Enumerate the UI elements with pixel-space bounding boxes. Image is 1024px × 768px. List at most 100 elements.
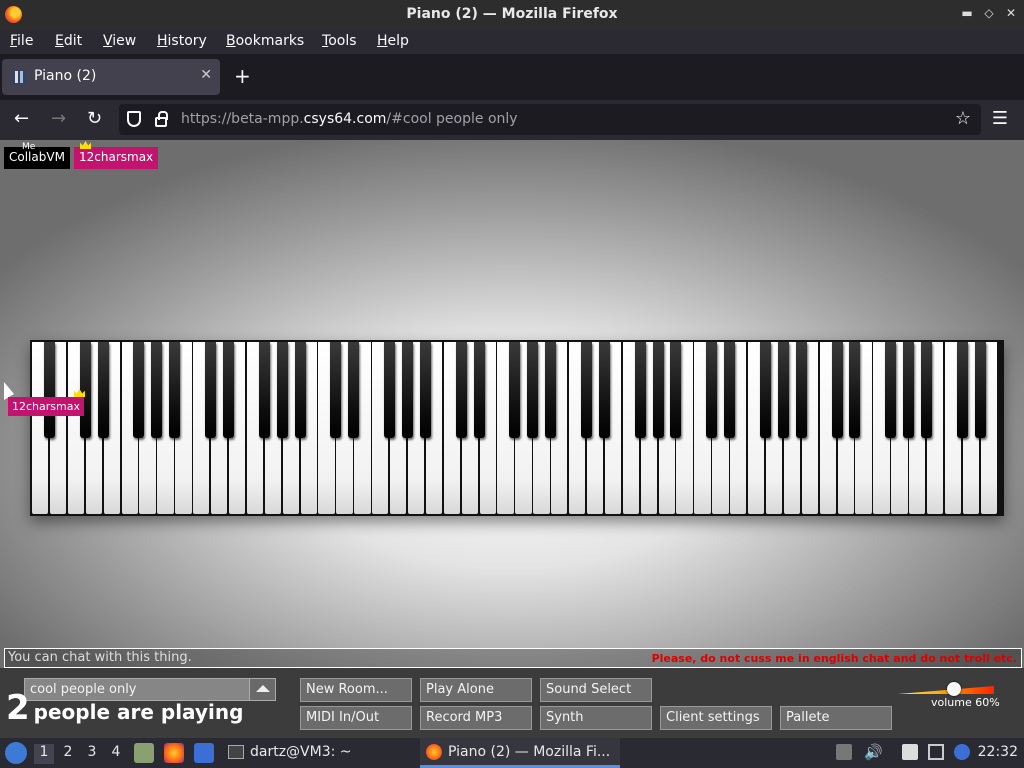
chat-input[interactable]: You can chat with this thing. Please, do… — [4, 648, 1022, 668]
menu-edit[interactable]: Edit — [55, 33, 82, 49]
workspace-2[interactable]: 2 — [58, 744, 78, 764]
black-key[interactable] — [205, 342, 216, 438]
black-key[interactable] — [956, 342, 968, 438]
player-name: 12charsmax — [79, 150, 154, 164]
taskbar-terminal-window[interactable]: dartz@VM3: ~ — [222, 738, 358, 768]
pallete-button[interactable]: Pallete — [780, 706, 892, 730]
updates-tray-icon[interactable] — [954, 744, 970, 760]
black-key[interactable] — [634, 342, 646, 438]
firefox-icon — [426, 744, 442, 760]
synth-button[interactable]: Synth — [540, 706, 652, 730]
black-key[interactable] — [401, 342, 413, 438]
tracking-shield-icon[interactable] — [127, 111, 141, 127]
black-key[interactable] — [151, 342, 163, 438]
black-key[interactable] — [670, 342, 682, 438]
black-key[interactable] — [43, 342, 55, 438]
menu-view[interactable]: View — [103, 33, 136, 49]
back-arrow-icon[interactable]: ← — [14, 108, 29, 129]
new-tab-button[interactable]: + — [234, 64, 251, 88]
file-manager-icon[interactable] — [134, 743, 154, 763]
client-settings-button[interactable]: Client settings — [660, 706, 772, 730]
menu-file[interactable]: File — [10, 33, 33, 49]
firefox-launcher-icon[interactable] — [164, 743, 184, 763]
terminal-window-label: dartz@VM3: ~ — [250, 744, 352, 760]
black-key[interactable] — [330, 342, 342, 438]
firefox-window-label: Piano (2) — Mozilla Fi... — [448, 744, 611, 760]
black-key[interactable] — [724, 342, 736, 438]
menu-history[interactable]: History — [157, 33, 207, 49]
record-mp3-button[interactable]: Record MP3 — [420, 706, 532, 730]
black-key[interactable] — [258, 342, 270, 438]
play-alone-button[interactable]: Play Alone — [420, 678, 532, 702]
player-count: 2 people are playing — [6, 688, 243, 728]
volume-tray-icon[interactable]: 🔊 — [864, 743, 883, 761]
url-bar[interactable]: https://beta-mpp.csys64.com/#cool people… — [119, 104, 981, 135]
black-key[interactable] — [921, 342, 932, 438]
black-key[interactable] — [885, 342, 897, 438]
desktop-icon[interactable] — [194, 743, 214, 763]
volume-slider[interactable]: volume 60% — [898, 682, 1000, 709]
black-key[interactable] — [903, 342, 915, 438]
black-key[interactable] — [598, 342, 610, 438]
black-key[interactable] — [455, 342, 467, 438]
tab-close-icon[interactable]: ✕ — [200, 67, 212, 83]
black-key[interactable] — [222, 342, 234, 438]
black-key[interactable] — [169, 342, 181, 438]
lock-icon[interactable] — [155, 111, 168, 127]
player-name: CollabVM — [9, 150, 65, 164]
piano-keyboard[interactable] — [30, 340, 1004, 516]
black-key[interactable] — [545, 342, 557, 438]
black-key[interactable] — [348, 342, 360, 438]
clipboard-tray-icon[interactable] — [836, 744, 852, 760]
minimize-icon[interactable]: ▬ — [960, 6, 974, 20]
black-key[interactable] — [831, 342, 843, 438]
workspace-4[interactable]: 4 — [106, 744, 126, 764]
restore-icon[interactable]: ◇ — [982, 6, 996, 20]
tab-piano[interactable]: Piano (2) ✕ — [2, 59, 220, 95]
black-key[interactable] — [706, 342, 718, 438]
chat-notice: Please, do not cuss me in english chat a… — [651, 652, 1017, 665]
menu-bookmarks[interactable]: Bookmarks — [226, 33, 304, 49]
black-key[interactable] — [294, 342, 306, 438]
black-key[interactable] — [384, 342, 395, 438]
player-tag-owner[interactable]: 12charsmax — [74, 141, 159, 169]
hamburger-menu-icon[interactable]: ☰ — [992, 108, 1008, 129]
black-key[interactable] — [777, 342, 789, 438]
black-key[interactable] — [580, 342, 592, 438]
black-key[interactable] — [79, 342, 91, 438]
black-key[interactable] — [97, 342, 109, 438]
expand-arrow-icon[interactable] — [249, 679, 275, 700]
workspace-1[interactable]: 1 — [34, 744, 54, 764]
taskbar-firefox-window[interactable]: Piano (2) — Mozilla Fi... — [420, 738, 620, 768]
volume-label: volume 60% — [931, 696, 1000, 709]
black-key[interactable] — [276, 342, 288, 438]
forward-arrow-icon[interactable]: → — [51, 108, 66, 129]
black-key[interactable] — [419, 342, 431, 438]
black-key[interactable] — [509, 342, 521, 438]
close-icon[interactable]: ✕ — [1004, 6, 1018, 20]
url-text[interactable]: https://beta-mpp.csys64.com/#cool people… — [181, 111, 518, 127]
player-tag-me[interactable]: Me CollabVM — [4, 142, 70, 169]
notes-tray-icon[interactable] — [902, 744, 918, 760]
black-key[interactable] — [974, 342, 986, 438]
menu-help[interactable]: Help — [377, 33, 409, 49]
black-key[interactable] — [849, 342, 861, 438]
black-key[interactable] — [652, 342, 664, 438]
new-room-button[interactable]: New Room... — [300, 678, 412, 702]
terminal-icon — [228, 745, 244, 759]
network-tray-icon[interactable] — [928, 744, 944, 760]
menubar: File Edit View History Bookmarks Tools H… — [0, 30, 1024, 54]
black-key[interactable] — [133, 342, 145, 438]
bookmark-star-icon[interactable]: ☆ — [955, 108, 971, 129]
reload-icon[interactable]: ↻ — [87, 108, 102, 129]
midi-in-out-button[interactable]: MIDI In/Out — [300, 706, 412, 730]
black-key[interactable] — [795, 342, 807, 438]
sound-select-button[interactable]: Sound Select — [540, 678, 652, 702]
remote-cursor-tag: 12charsmax — [8, 389, 85, 416]
black-key[interactable] — [759, 342, 771, 438]
menu-tools[interactable]: Tools — [322, 33, 357, 49]
start-menu-icon[interactable] — [5, 742, 27, 764]
black-key[interactable] — [473, 342, 485, 438]
black-key[interactable] — [527, 342, 539, 438]
workspace-3[interactable]: 3 — [82, 744, 102, 764]
